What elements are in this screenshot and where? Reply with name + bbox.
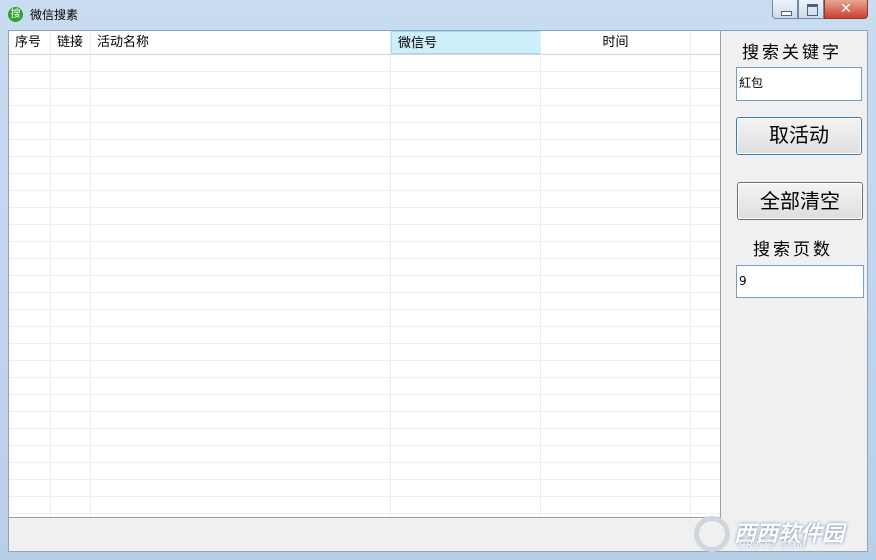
column-header-activity-name[interactable]: 活动名称 [91,31,391,54]
table-row[interactable] [9,327,720,344]
table-row[interactable] [9,395,720,412]
table-row[interactable] [9,208,720,225]
table-row[interactable] [9,344,720,361]
table-row[interactable] [9,106,720,123]
clear-all-button[interactable]: 全部清空 [737,182,863,220]
app-window: 搜 微信搜素 ✕ 序号 链接 活动名称 微信号 时间 搜索关键字 紅包 取活动 … [0,0,876,560]
pages-input[interactable]: 9 [736,265,864,298]
table-row[interactable] [9,361,720,378]
table-row[interactable] [9,463,720,480]
window-title: 微信搜素 [30,8,79,22]
results-table[interactable]: 序号 链接 活动名称 微信号 时间 [9,31,721,518]
table-row[interactable] [9,89,720,106]
table-header: 序号 链接 活动名称 微信号 时间 [9,31,720,55]
table-row[interactable] [9,276,720,293]
table-body [9,55,720,514]
column-header-filler [691,31,720,54]
title-bar[interactable]: 搜 微信搜素 ✕ [0,0,876,28]
minimize-button[interactable] [772,0,798,19]
table-row[interactable] [9,378,720,395]
table-row[interactable] [9,310,720,327]
table-row[interactable] [9,429,720,446]
table-row[interactable] [9,259,720,276]
minimize-icon [781,11,792,16]
table-row[interactable] [9,293,720,310]
table-row[interactable] [9,446,720,463]
maximize-button[interactable] [798,0,824,19]
maximize-icon [807,4,818,16]
caption-buttons: ✕ [772,0,868,20]
site-watermark: 西西软件园 CR173.COM [694,512,864,554]
table-row[interactable] [9,55,720,72]
wechat-search-app-icon: 搜 [8,7,23,22]
fetch-activity-button[interactable]: 取活动 [736,117,862,155]
client-area: 序号 链接 活动名称 微信号 时间 搜索关键字 紅包 取活动 全部清空 搜索页数… [8,30,868,552]
close-button[interactable]: ✕ [824,0,868,19]
column-header-link[interactable]: 链接 [51,31,91,54]
table-row[interactable] [9,72,720,89]
column-header-time[interactable]: 时间 [541,31,691,54]
table-row[interactable] [9,242,720,259]
table-row[interactable] [9,497,720,514]
watermark-logo-icon [694,516,730,552]
table-row[interactable] [9,225,720,242]
table-row[interactable] [9,174,720,191]
column-header-wechat-id[interactable]: 微信号 [391,31,541,54]
pages-label: 搜索页数 [753,240,833,260]
table-row[interactable] [9,191,720,208]
table-row[interactable] [9,480,720,497]
column-header-index[interactable]: 序号 [9,31,51,54]
watermark-subtext: CR173.COM [738,540,807,551]
keyword-input[interactable]: 紅包 [736,67,862,101]
table-row[interactable] [9,412,720,429]
close-icon: ✕ [840,1,852,17]
table-row[interactable] [9,157,720,174]
table-row[interactable] [9,140,720,157]
table-row[interactable] [9,123,720,140]
keyword-label: 搜索关键字 [742,43,842,63]
